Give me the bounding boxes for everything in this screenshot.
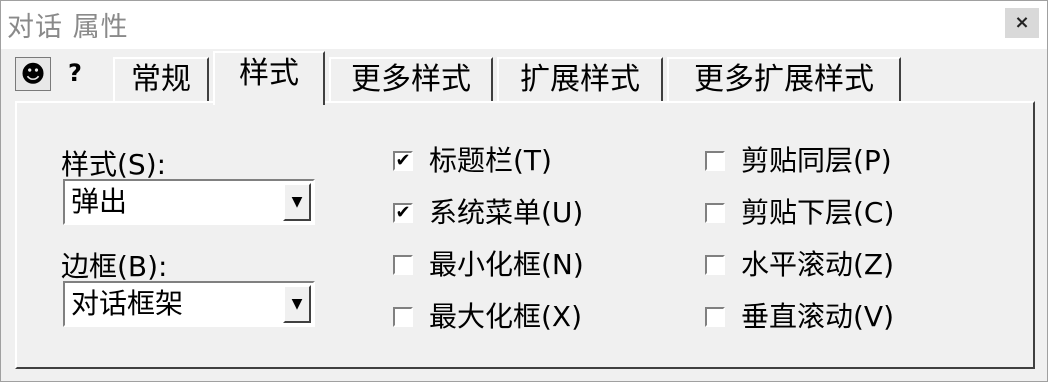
checkbox-box[interactable] bbox=[705, 203, 725, 223]
checkbox-box[interactable] bbox=[705, 151, 725, 171]
border-dropdown[interactable]: 对话框架 ▼ bbox=[63, 281, 315, 327]
checkbox-label: 系统菜单(U) bbox=[429, 196, 584, 229]
close-button[interactable]: × bbox=[1005, 8, 1039, 38]
tab-general[interactable]: 常规 bbox=[113, 57, 209, 101]
style-dropdown[interactable]: 弹出 ▼ bbox=[63, 179, 315, 225]
clip-siblings-checkbox[interactable]: 剪贴同层(P) bbox=[705, 145, 965, 177]
checkbox-box[interactable] bbox=[705, 307, 725, 327]
vertical-scroll-checkbox[interactable]: 垂直滚动(V) bbox=[705, 301, 965, 333]
checkbox-box[interactable]: ✔ bbox=[393, 203, 413, 223]
dropdown-arrow-icon[interactable]: ▼ bbox=[283, 183, 311, 221]
tab-more-styles[interactable]: 更多样式 bbox=[329, 57, 493, 101]
tab-more-extended-styles[interactable]: 更多扩展样式 bbox=[667, 57, 901, 101]
checkbox-box[interactable]: ✔ bbox=[393, 151, 413, 171]
clip-children-checkbox[interactable]: 剪贴下层(C) bbox=[705, 197, 965, 229]
checkbox-box[interactable] bbox=[393, 307, 413, 327]
style-value: 弹出 bbox=[71, 185, 128, 218]
title-bar: 对话 属性 × bbox=[1, 1, 1047, 49]
maximize-box-checkbox[interactable]: 最大化框(X) bbox=[393, 301, 653, 333]
help-icon[interactable]: ? bbox=[61, 57, 89, 89]
checkbox-label: 剪贴同层(P) bbox=[741, 144, 892, 177]
style-label: 样式(S): bbox=[61, 148, 167, 181]
system-menu-checkbox[interactable]: ✔ 系统菜单(U) bbox=[393, 197, 653, 229]
checkbox-box[interactable] bbox=[705, 255, 725, 275]
titlebar-checkbox[interactable]: ✔ 标题栏(T) bbox=[393, 145, 653, 177]
checkbox-label: 最小化框(N) bbox=[429, 248, 584, 281]
minimize-box-checkbox[interactable]: 最小化框(N) bbox=[393, 249, 653, 281]
styles-panel: 样式(S): 弹出 ▼ 边框(B): 对话框架 ▼ ✔ 标题栏(T) ✔ 系统菜… bbox=[15, 101, 1035, 369]
dropdown-arrow-icon[interactable]: ▼ bbox=[283, 285, 311, 323]
dialog-window: 对话 属性 × ☻ ? 常规 样式 更多样式 扩展样式 更多扩展样式 样式(S)… bbox=[0, 0, 1048, 382]
tab-styles[interactable]: 样式 bbox=[213, 51, 325, 105]
border-value: 对话框架 bbox=[71, 287, 184, 320]
checkbox-label: 标题栏(T) bbox=[429, 144, 552, 177]
border-label: 边框(B): bbox=[61, 250, 168, 283]
checkbox-label: 水平滚动(Z) bbox=[741, 248, 895, 281]
checkbox-label: 垂直滚动(V) bbox=[741, 300, 895, 333]
tab-extended-styles[interactable]: 扩展样式 bbox=[497, 57, 663, 101]
pin-icon[interactable]: ☻ bbox=[15, 57, 51, 91]
window-title: 对话 属性 bbox=[7, 12, 129, 43]
horizontal-scroll-checkbox[interactable]: 水平滚动(Z) bbox=[705, 249, 965, 281]
checkbox-label: 最大化框(X) bbox=[429, 300, 583, 333]
checkbox-label: 剪贴下层(C) bbox=[741, 196, 895, 229]
checkbox-box[interactable] bbox=[393, 255, 413, 275]
